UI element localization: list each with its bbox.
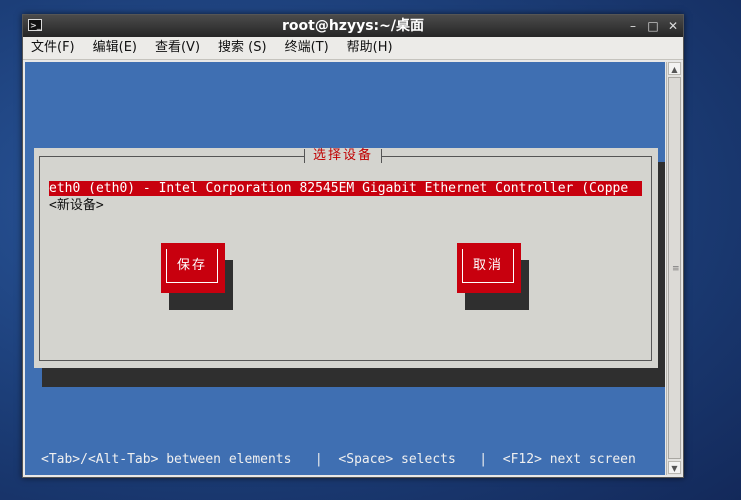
vertical-scrollbar[interactable]: ▲ ≡ ▼ [666,62,682,475]
grip-icon: ≡ [672,264,680,274]
minimize-icon[interactable]: – [627,15,639,37]
cancel-button-label: 取消 [462,249,514,283]
menu-terminal[interactable]: 终端(T) [277,37,339,59]
scroll-down-icon[interactable]: ▼ [668,461,681,474]
menu-help[interactable]: 帮助(H) [339,37,403,59]
keyboard-hint-bar: <Tab>/<Alt-Tab> between elements | <Spac… [41,452,636,467]
scroll-up-icon[interactable]: ▲ [668,62,681,75]
terminal-icon: >_ [28,19,42,31]
terminal-window: >_ root@hzyys:~/桌面 – □ ✕ 文件(F) 编辑(E) 查看(… [22,14,684,478]
save-button-label: 保存 [166,249,218,283]
device-item-eth0[interactable]: eth0 (eth0) - Intel Corporation 82545EM … [49,181,642,196]
menu-edit[interactable]: 编辑(E) [85,37,147,59]
scrollbar-thumb[interactable]: ≡ [668,77,681,459]
terminal-area[interactable]: 选择设备 eth0 (eth0) - Intel Corporation 825… [25,62,665,475]
menu-bar: 文件(F) 编辑(E) 查看(V) 搜索 (S) 终端(T) 帮助(H) [23,37,683,60]
save-button[interactable]: 保存 [161,243,225,293]
dialog-title: 选择设备 [304,149,383,163]
menu-file[interactable]: 文件(F) [23,37,85,59]
title-bar[interactable]: >_ root@hzyys:~/桌面 – □ ✕ [23,15,683,37]
menu-view[interactable]: 查看(V) [147,37,210,59]
maximize-icon[interactable]: □ [647,15,659,37]
close-icon[interactable]: ✕ [667,15,679,37]
menu-search[interactable]: 搜索 (S) [210,37,277,59]
window-title: root@hzyys:~/桌面 [282,18,424,34]
cancel-button[interactable]: 取消 [457,243,521,293]
select-device-dialog: 选择设备 eth0 (eth0) - Intel Corporation 825… [34,148,658,368]
device-item-new[interactable]: <新设备> [49,198,104,213]
